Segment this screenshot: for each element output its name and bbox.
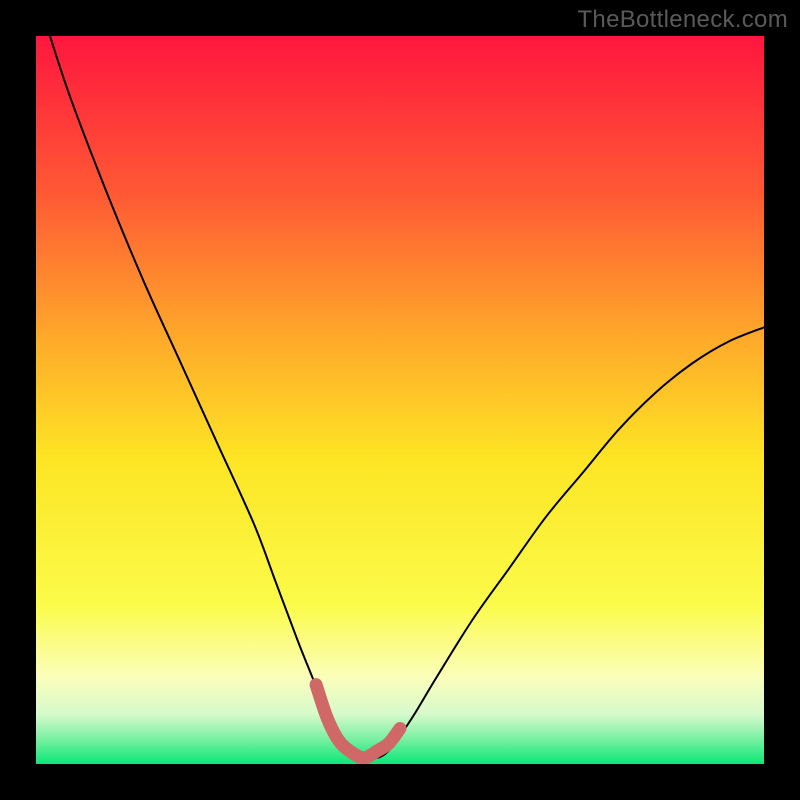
watermark-text: TheBottleneck.com [577, 6, 788, 34]
chart-frame: TheBottleneck.com [0, 0, 800, 800]
bottleneck-chart [0, 0, 800, 800]
plot-background [35, 35, 765, 765]
